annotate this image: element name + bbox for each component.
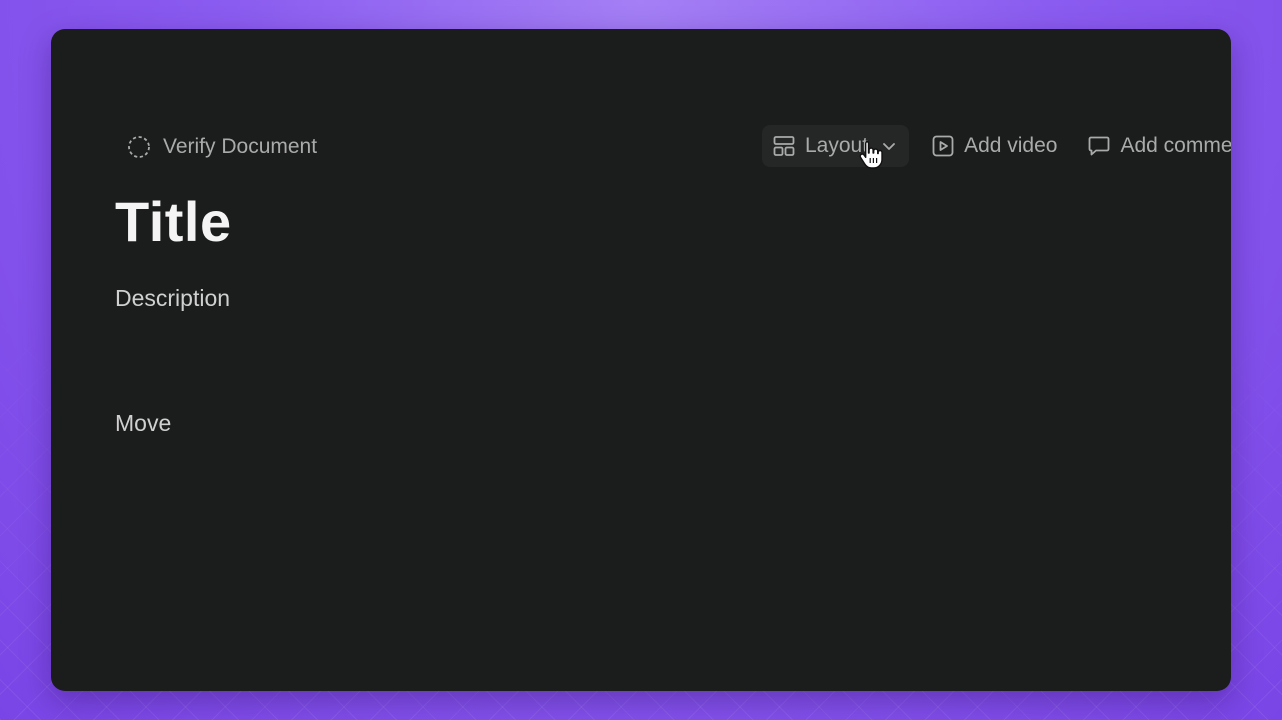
editor-window: Verify Document Layout Add video Add com…	[51, 29, 1231, 691]
dashed-circle-icon	[127, 135, 151, 159]
add-video-button[interactable]: Add video	[921, 125, 1067, 167]
comment-icon	[1087, 134, 1111, 158]
verify-document-label: Verify Document	[163, 135, 318, 158]
video-icon	[931, 134, 955, 158]
verify-document-button[interactable]: Verify Document	[127, 133, 317, 161]
document-title[interactable]: Title	[115, 189, 232, 254]
document-toolbar: Layout Add video Add comme	[762, 125, 1231, 167]
hand-pointer-icon	[859, 139, 883, 171]
add-comment-button[interactable]: Add comment	[1077, 125, 1231, 167]
document-description[interactable]: Description	[115, 285, 230, 312]
layout-button[interactable]: Layout	[762, 125, 910, 167]
add-comment-label: Add comment	[1120, 134, 1231, 157]
add-video-label: Add video	[964, 134, 1058, 157]
layout-icon	[772, 134, 796, 158]
move-text[interactable]: Move	[115, 410, 171, 437]
